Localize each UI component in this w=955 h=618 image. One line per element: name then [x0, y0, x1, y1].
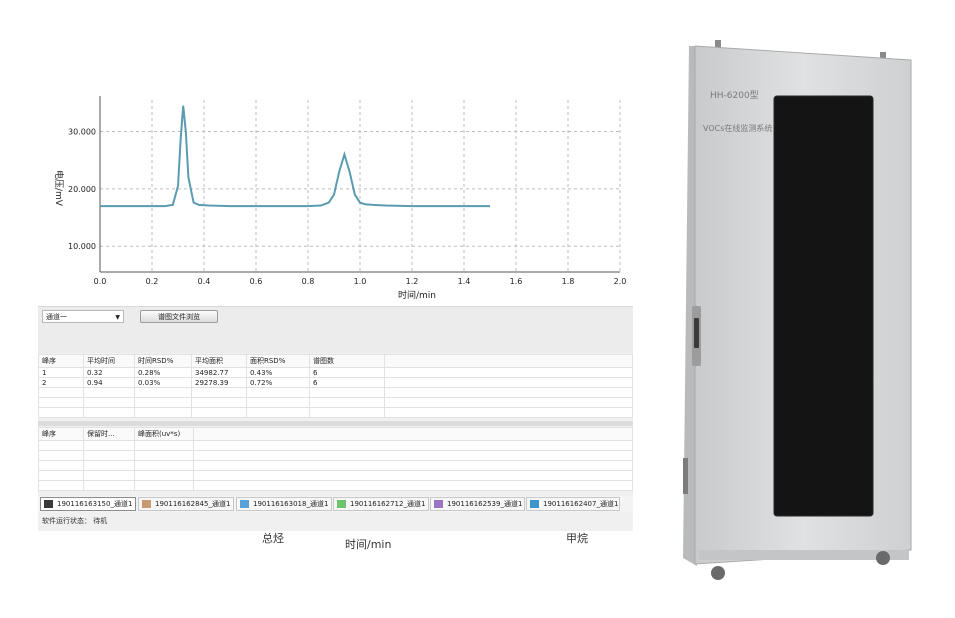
table-row[interactable]: 2 0.94 0.03% 29278.39 0.72% 6 [38, 377, 633, 388]
color-swatch [434, 500, 443, 508]
table-row-empty [38, 460, 633, 471]
peak-summary-table: 峰序 平均时间 时间RSD% 平均面积 面积RSD% 谱图数 1 0.32 0.… [38, 354, 633, 418]
chromatogram-svg: 0.0 0.2 0.4 0.6 0.8 1.0 1.2 1.4 1.6 1.8 2.0 10.000 2… [53, 96, 627, 301]
cell: 29278.39 [191, 377, 247, 388]
color-swatch [44, 500, 53, 508]
caption-right: 甲烷 [566, 532, 588, 545]
cabinet-model-label: HH-6200型 [710, 90, 759, 101]
tab-spectrum-5[interactable]: 190116162539_通道1 [430, 497, 525, 511]
column-header[interactable]: 面积RSD% [246, 354, 310, 368]
y-tick-label: 10.000 [68, 242, 96, 251]
table-header-row: 峰序 平均时间 时间RSD% 平均面积 面积RSD% 谱图数 [38, 354, 633, 368]
cell: 0.94 [83, 377, 135, 388]
cell: 0.43% [246, 367, 310, 378]
cell: 0.28% [134, 367, 192, 378]
analyzer-cabinet-image: HH-6200型 VOCs在线监测系统 [675, 38, 915, 583]
x-tick-label: 0.4 [198, 277, 211, 286]
x-tick-label: 1.2 [406, 277, 419, 286]
column-header[interactable]: 时间RSD% [134, 354, 192, 368]
peak-detail-table: 峰序 保留时... 峰面积(uv*s) [38, 427, 633, 491]
wheel-left [711, 566, 725, 580]
cell: 6 [309, 367, 385, 378]
cell: 1 [38, 367, 84, 378]
x-tick-label: 1.4 [458, 277, 471, 286]
status-label: 软件运行状态： [42, 517, 91, 525]
cell: 0.32 [83, 367, 135, 378]
cabinet-name-label: VOCs在线监测系统 [703, 123, 772, 133]
cell: 6 [309, 377, 385, 388]
x-tick-label: 0.0 [94, 277, 107, 286]
column-header-empty [193, 427, 633, 441]
tab-spectrum-2[interactable]: 190116162845_通道1 [138, 497, 234, 511]
y-tick-label: 20.000 [68, 185, 96, 194]
table-row-empty [38, 387, 633, 398]
cabinet-window [773, 95, 874, 517]
y-tick-label: 30.000 [68, 128, 96, 137]
column-header[interactable]: 峰序 [38, 354, 84, 368]
status-bar: 软件运行状态： 待机 [38, 514, 633, 529]
x-tick-label: 1.8 [562, 277, 575, 286]
column-header[interactable]: 谱图数 [309, 354, 385, 368]
tab-label: 190116162845_通道1 [155, 500, 231, 508]
color-swatch [142, 500, 151, 508]
cell: 0.03% [134, 377, 192, 388]
status-value: 待机 [93, 517, 108, 525]
table-row-empty [38, 407, 633, 418]
cell: 0.72% [246, 377, 310, 388]
x-tick-label: 0.8 [302, 277, 315, 286]
door-lock-icon [694, 318, 699, 348]
wheel-right [876, 551, 890, 565]
cell-empty [384, 377, 633, 388]
table-row-empty [38, 397, 633, 408]
table-row-empty [38, 450, 633, 461]
chevron-down-icon: ▼ [115, 314, 120, 321]
caption-center: 时间/min [345, 538, 392, 551]
color-swatch [240, 500, 249, 508]
vent-grille [683, 458, 688, 494]
tab-label: 190116162712_通道1 [350, 500, 426, 508]
tab-spectrum-6[interactable]: 190116162407_通道1 [526, 497, 620, 511]
column-header-empty [384, 354, 633, 368]
tab-label: 190116163150_通道1 [57, 500, 133, 508]
table-row-empty [38, 440, 633, 451]
x-tick-label: 1.6 [510, 277, 523, 286]
x-tick-label: 0.6 [250, 277, 263, 286]
x-tick-label: 0.2 [146, 277, 159, 286]
tab-label: 190116162407_通道1 [543, 500, 619, 508]
tab-spectrum-4[interactable]: 190116162712_通道1 [333, 497, 429, 511]
color-swatch [337, 500, 346, 508]
cell: 34982.77 [191, 367, 247, 378]
column-header[interactable]: 平均时间 [83, 354, 135, 368]
column-header[interactable]: 平均面积 [191, 354, 247, 368]
x-tick-label: 1.0 [354, 277, 367, 286]
channel-select-value: 通道一 [46, 313, 67, 321]
tab-spectrum-3[interactable]: 190116163018_通道1 [236, 497, 332, 511]
column-header[interactable]: 保留时... [83, 427, 135, 441]
tab-label: 190116163018_通道1 [253, 500, 329, 508]
column-header[interactable]: 峰面积(uv*s) [134, 427, 194, 441]
x-axis-label: 时间/min [398, 289, 436, 301]
browse-spectra-button[interactable]: 谱图文件浏览 [140, 310, 218, 323]
column-header[interactable]: 峰序 [38, 427, 84, 441]
control-bar [38, 306, 633, 353]
splitter[interactable] [38, 421, 633, 426]
cell-empty [384, 367, 633, 378]
series-line [100, 105, 490, 208]
color-swatch [530, 500, 539, 508]
cell: 2 [38, 377, 84, 388]
y-axis-label: 电压/mV [53, 170, 65, 207]
lifting-eye-left [715, 40, 721, 48]
tab-spectrum-1[interactable]: 190116163150_通道1 [40, 497, 136, 511]
table-header-row: 峰序 保留时... 峰面积(uv*s) [38, 427, 633, 441]
tab-label: 190116162539_通道1 [447, 500, 523, 508]
caption-left: 总烃 [262, 532, 284, 545]
chromatogram-chart: 0.0 0.2 0.4 0.6 0.8 1.0 1.2 1.4 1.6 1.8 2.0 10.000 2… [38, 92, 636, 306]
table-row-empty [38, 480, 633, 491]
table-row-empty [38, 470, 633, 481]
x-tick-label: 2.0 [614, 277, 627, 286]
channel-select[interactable]: 通道一 ▼ [42, 310, 124, 323]
table-row[interactable]: 1 0.32 0.28% 34982.77 0.43% 6 [38, 367, 633, 378]
cabinet-svg: HH-6200型 VOCs在线监测系统 [683, 40, 912, 580]
